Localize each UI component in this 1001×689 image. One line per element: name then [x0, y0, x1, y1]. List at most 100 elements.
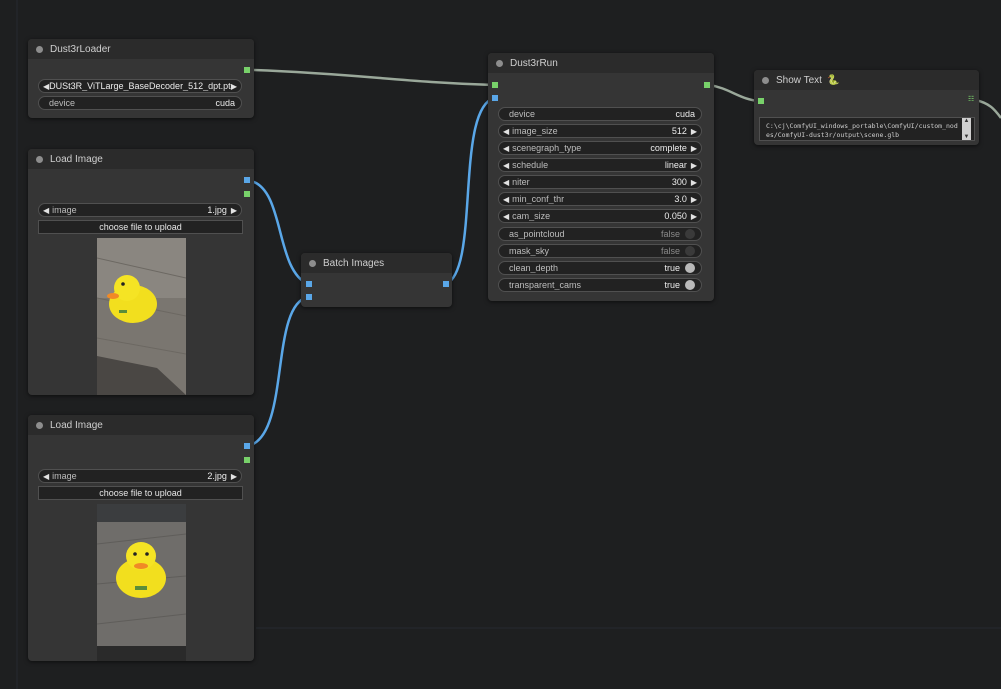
widget-value: complete: [650, 143, 687, 153]
node-dust3r-loader[interactable]: Dust3rLoader ◀ DUSt3R_ViTLarge_BaseDecod…: [28, 39, 254, 118]
widget-value: false: [660, 246, 680, 256]
model-combo[interactable]: ◀ DUSt3R_ViTLarge_BaseDecoder_512_dpt.pt…: [38, 79, 242, 93]
clean-depth-toggle[interactable]: clean_depth true: [498, 261, 702, 275]
combo-left-arrow-icon[interactable]: ◀: [503, 195, 509, 204]
node-title: Dust3rLoader: [50, 43, 111, 55]
collapse-dot-icon[interactable]: [496, 59, 503, 67]
combo-right-arrow-icon[interactable]: ▶: [691, 144, 697, 153]
node-header[interactable]: Batch Images: [301, 253, 452, 273]
combo-right-arrow-icon[interactable]: ▶: [231, 206, 237, 215]
combo-right-arrow-icon[interactable]: ▶: [691, 161, 697, 170]
combo-right-arrow-icon[interactable]: ▶: [691, 195, 697, 204]
input-slot-image1[interactable]: [306, 281, 312, 287]
transparent-cams-toggle[interactable]: transparent_cams true: [498, 278, 702, 292]
combo-left-arrow-icon[interactable]: ◀: [43, 206, 49, 215]
widget-value: false: [660, 229, 680, 239]
collapse-dot-icon[interactable]: [309, 259, 316, 267]
widget-label: device: [509, 109, 536, 119]
combo-left-arrow-icon[interactable]: ◀: [503, 127, 509, 136]
upload-button[interactable]: choose file to upload: [38, 486, 243, 500]
schedule-combo[interactable]: ◀ schedule linear ▶: [498, 158, 702, 172]
run-device-field[interactable]: device cuda: [498, 107, 702, 121]
collapse-dot-icon[interactable]: [36, 155, 43, 163]
collapse-dot-icon[interactable]: [762, 76, 769, 84]
upload-button[interactable]: choose file to upload: [38, 220, 243, 234]
link-batch-to-run: [445, 96, 495, 286]
image-size-combo[interactable]: ◀ image_size 512 ▶: [498, 124, 702, 138]
node-title: Batch Images: [323, 257, 385, 269]
node-show-text[interactable]: Show Text 🐍 ☷ C:\cj\ComfyUI_windows_port…: [754, 70, 979, 145]
combo-right-arrow-icon[interactable]: ▶: [691, 212, 697, 221]
niter-stepper[interactable]: ◀ niter 300 ▶: [498, 175, 702, 189]
as-pointcloud-toggle[interactable]: as_pointcloud false: [498, 227, 702, 241]
output-list-icon[interactable]: ☷: [968, 95, 974, 103]
duck-photo-2: [97, 504, 186, 661]
node-title: Show Text: [776, 74, 822, 86]
image-label: image: [52, 471, 77, 481]
show-text-output[interactable]: C:\cj\ComfyUI_windows_portable\ComfyUI/c…: [759, 117, 975, 141]
node-header[interactable]: Show Text 🐍: [754, 70, 979, 90]
node-header[interactable]: Dust3rRun: [488, 53, 714, 73]
input-slot-image2[interactable]: [306, 294, 312, 300]
image-combo[interactable]: ◀ image 2.jpg ▶: [38, 469, 242, 483]
toggle-off-icon[interactable]: [685, 246, 695, 256]
toggle-off-icon[interactable]: [685, 229, 695, 239]
widget-label: scenegraph_type: [512, 143, 582, 153]
node-load-image-1[interactable]: Load Image ◀ image 1.jpg ▶ choose file t…: [28, 149, 254, 395]
node-header[interactable]: Load Image: [28, 415, 254, 435]
node-load-image-2[interactable]: Load Image ◀ image 2.jpg ▶ choose file t…: [28, 415, 254, 661]
combo-right-arrow-icon[interactable]: ▶: [231, 472, 237, 481]
combo-left-arrow-icon[interactable]: ◀: [503, 144, 509, 153]
output-slot-scene[interactable]: [704, 82, 710, 88]
image-preview: [97, 504, 186, 661]
device-field[interactable]: device cuda: [38, 96, 242, 110]
output-slot-model[interactable]: [244, 67, 250, 73]
scroll-up-icon[interactable]: ▲: [964, 118, 970, 124]
combo-left-arrow-icon[interactable]: ◀: [503, 178, 509, 187]
widget-value: true: [664, 263, 680, 273]
input-slot-model[interactable]: [492, 82, 498, 88]
link-image2-to-batch: [250, 295, 309, 447]
mask-sky-toggle[interactable]: mask_sky false: [498, 244, 702, 258]
link-loader-to-run: [253, 68, 495, 87]
cam-size-stepper[interactable]: ◀ cam_size 0.050 ▶: [498, 209, 702, 223]
output-slot-image[interactable]: [244, 177, 250, 183]
combo-right-arrow-icon[interactable]: ▶: [231, 82, 237, 91]
collapse-dot-icon[interactable]: [36, 45, 43, 53]
output-slot-mask[interactable]: [244, 191, 250, 197]
widget-value: cuda: [675, 109, 695, 119]
node-dust3r-run[interactable]: Dust3rRun device cuda ◀ image_size 512 ▶…: [488, 53, 714, 301]
scenegraph-type-combo[interactable]: ◀ scenegraph_type complete ▶: [498, 141, 702, 155]
widget-label: mask_sky: [509, 246, 550, 256]
widget-value: 300: [671, 177, 687, 187]
widget-value: linear: [664, 160, 687, 170]
toggle-on-icon[interactable]: [685, 280, 695, 290]
min-conf-thr-stepper[interactable]: ◀ min_conf_thr 3.0 ▶: [498, 192, 702, 206]
widget-label: schedule: [512, 160, 549, 170]
collapse-dot-icon[interactable]: [36, 421, 43, 429]
image-preview: [97, 238, 186, 395]
widget-label: cam_size: [512, 211, 551, 221]
output-slot-image[interactable]: [244, 443, 250, 449]
widget-label: image_size: [512, 126, 558, 136]
node-title: Load Image: [50, 419, 103, 431]
node-batch-images[interactable]: Batch Images: [301, 253, 452, 307]
node-header[interactable]: Dust3rLoader: [28, 39, 254, 59]
combo-left-arrow-icon[interactable]: ◀: [503, 212, 509, 221]
node-header[interactable]: Load Image: [28, 149, 254, 169]
combo-right-arrow-icon[interactable]: ▶: [691, 178, 697, 187]
output-slot-image[interactable]: [443, 281, 449, 287]
text-scrollbar[interactable]: ▲ ▼: [962, 118, 971, 140]
toggle-on-icon[interactable]: [685, 263, 695, 273]
widget-label: clean_depth: [509, 263, 559, 273]
node-title: Load Image: [50, 153, 103, 165]
image-label: image: [52, 205, 77, 215]
input-slot-images[interactable]: [492, 95, 498, 101]
output-slot-mask[interactable]: [244, 457, 250, 463]
combo-left-arrow-icon[interactable]: ◀: [43, 472, 49, 481]
combo-right-arrow-icon[interactable]: ▶: [691, 127, 697, 136]
scroll-down-icon[interactable]: ▼: [964, 134, 970, 140]
image-combo[interactable]: ◀ image 1.jpg ▶: [38, 203, 242, 217]
combo-left-arrow-icon[interactable]: ◀: [503, 161, 509, 170]
input-slot-text[interactable]: [758, 98, 764, 104]
